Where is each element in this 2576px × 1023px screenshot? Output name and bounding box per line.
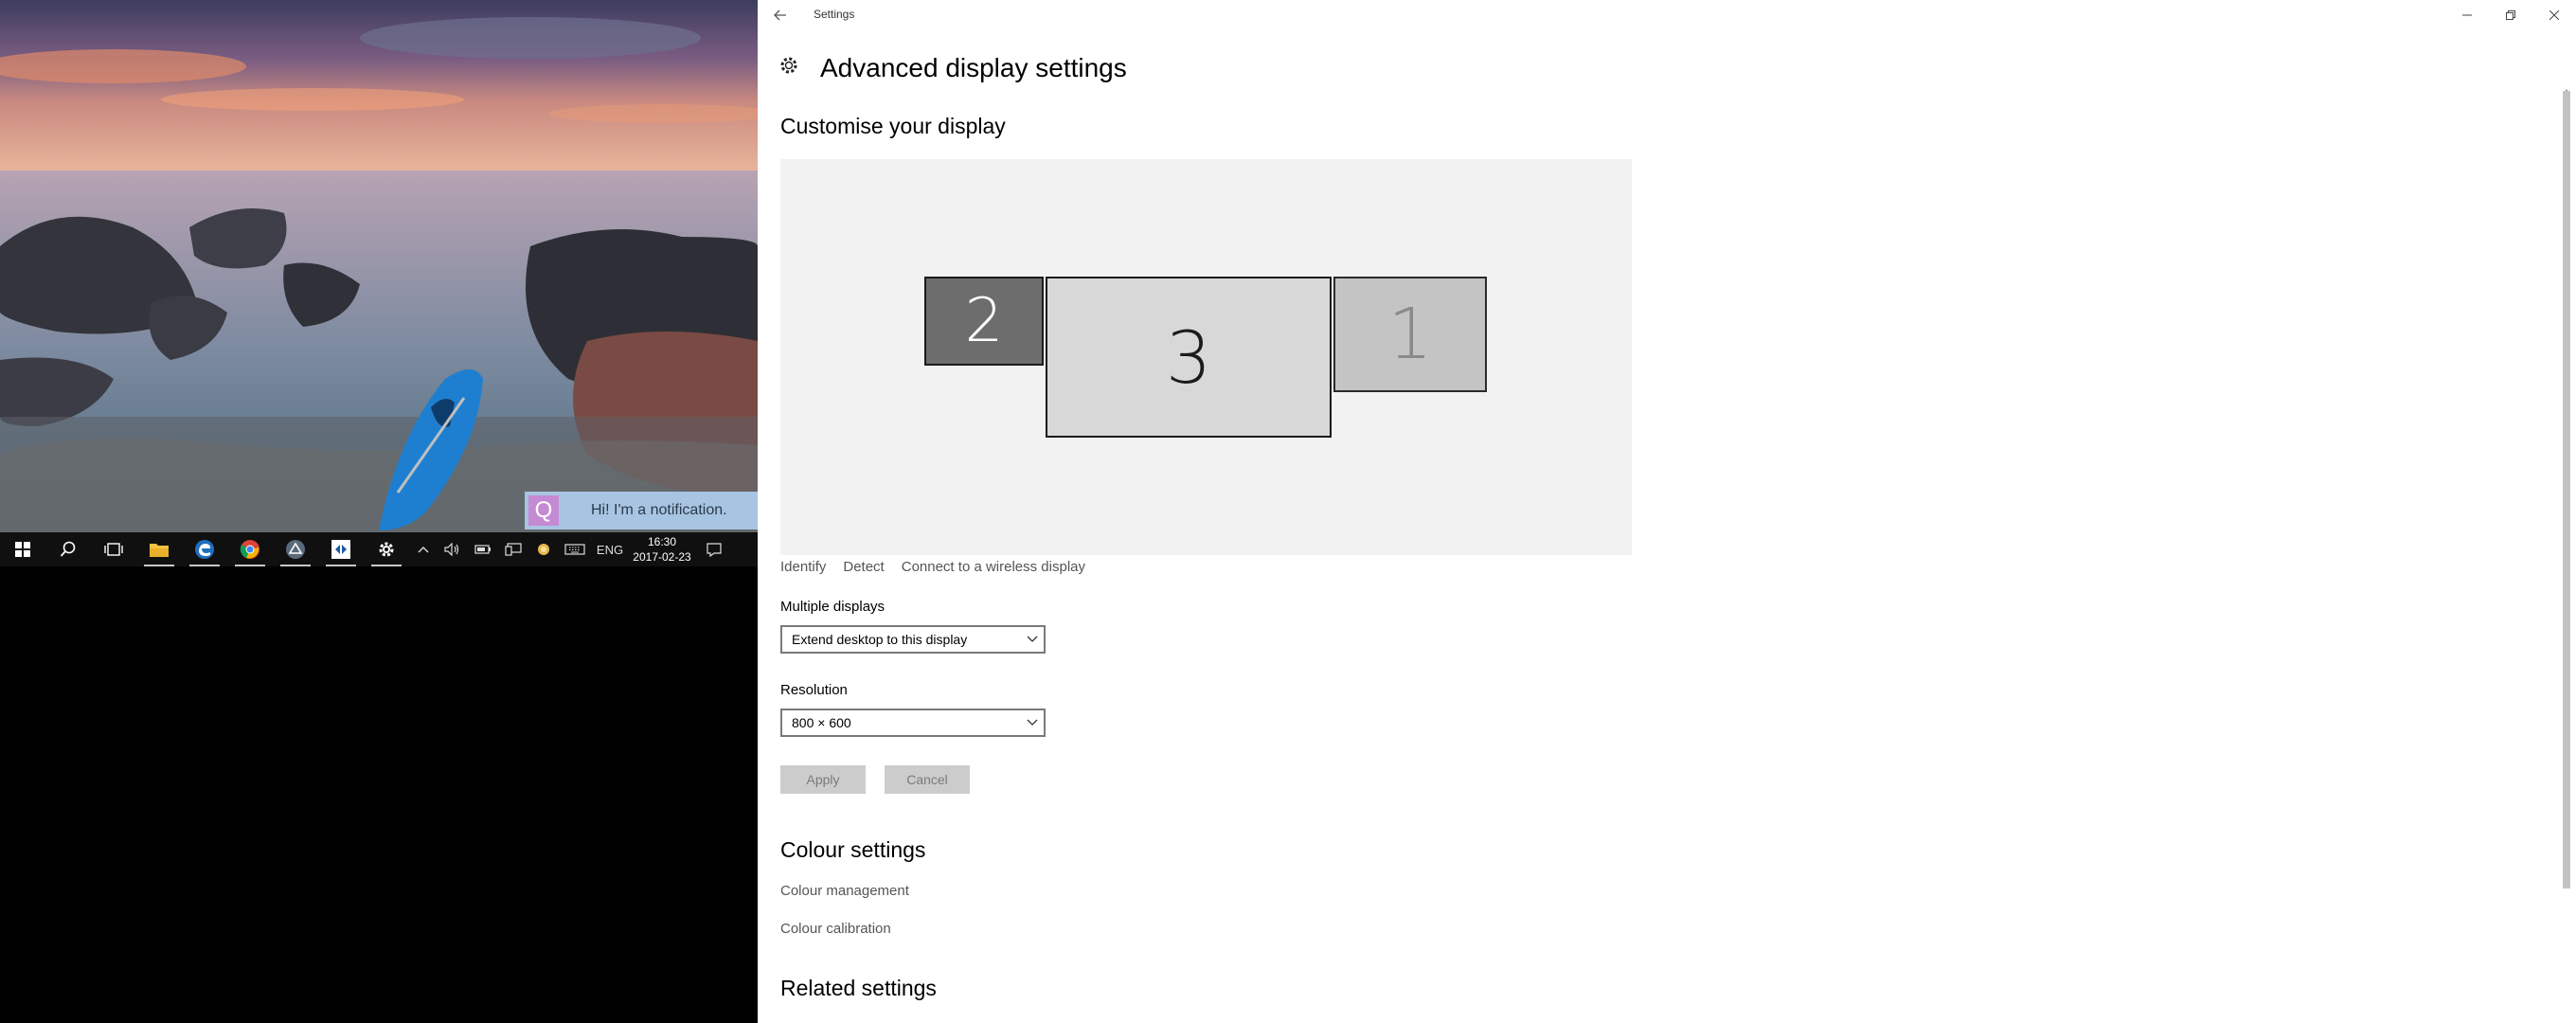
cancel-button[interactable]: Cancel — [885, 765, 970, 794]
minimize-icon — [2462, 14, 2472, 16]
window-title: Settings — [814, 8, 855, 21]
app-icon — [286, 540, 305, 559]
clock-time: 16:30 — [647, 535, 677, 548]
task-view-icon — [104, 543, 123, 556]
task-view-button[interactable] — [91, 532, 136, 566]
chevron-down-icon — [1021, 719, 1044, 727]
toast-notification[interactable]: Q Hi! I'm a notification. — [525, 492, 758, 529]
clock-date: 2017-02-23 — [633, 550, 691, 564]
identify-link[interactable]: Identify — [780, 559, 826, 575]
gear-icon — [379, 542, 394, 557]
taskbar-chrome[interactable] — [227, 532, 273, 566]
restore-button[interactable] — [2489, 0, 2532, 30]
touch-keyboard-button[interactable] — [559, 532, 591, 566]
resolution-value: 800 × 600 — [792, 715, 851, 730]
keyboard-icon — [564, 544, 585, 555]
restore-icon — [2506, 10, 2515, 20]
minimize-button[interactable] — [2445, 0, 2489, 30]
close-icon — [2549, 10, 2559, 20]
network-icon — [505, 543, 522, 556]
chevron-down-icon — [1021, 636, 1044, 643]
edge-icon — [195, 540, 214, 559]
title-bar: Settings — [758, 0, 2576, 30]
chevron-up-icon — [418, 547, 429, 553]
multiple-displays-label: Multiple displays — [780, 599, 886, 615]
battery-button[interactable] — [468, 532, 498, 566]
desktop-wallpaper — [0, 0, 758, 532]
chrome-icon — [240, 540, 259, 559]
action-center-button[interactable] — [695, 532, 733, 566]
close-button[interactable] — [2532, 0, 2576, 30]
taskbar-file-explorer[interactable] — [136, 532, 182, 566]
multiple-displays-dropdown[interactable]: Extend desktop to this display — [780, 625, 1046, 654]
customise-heading: Customise your display — [780, 114, 1006, 138]
start-icon — [15, 542, 30, 557]
tray-overflow-button[interactable] — [409, 532, 438, 566]
tray-app-button[interactable] — [528, 532, 559, 566]
resolution-label: Resolution — [780, 682, 848, 698]
back-button[interactable] — [767, 4, 794, 27]
scrollbar-thumb[interactable] — [2563, 91, 2570, 888]
clock[interactable]: 16:30 2017-02-23 — [629, 534, 695, 565]
multiple-displays-value: Extend desktop to this display — [792, 632, 968, 647]
notification-app-icon: Q — [528, 495, 559, 526]
notification-text: Hi! I'm a notification. — [591, 502, 727, 518]
wireless-display-link[interactable]: Connect to a wireless display — [902, 559, 1085, 575]
monitor-2[interactable]: 2 — [924, 277, 1044, 366]
page-title: Advanced display settings — [820, 53, 1127, 82]
related-settings-heading: Related settings — [780, 976, 937, 1000]
colour-settings-heading: Colour settings — [780, 837, 926, 862]
detect-link[interactable]: Detect — [843, 559, 884, 575]
taskbar-app[interactable] — [273, 532, 318, 566]
network-button[interactable] — [498, 532, 528, 566]
volume-icon — [444, 543, 459, 556]
taskbar: ENG 16:30 2017-02-23 — [0, 532, 758, 566]
taskbar-remote[interactable] — [318, 532, 364, 566]
volume-button[interactable] — [438, 532, 468, 566]
colour-calibration-link[interactable]: Colour calibration — [780, 921, 891, 937]
taskbar-edge[interactable] — [182, 532, 227, 566]
resolution-dropdown[interactable]: 800 × 600 — [780, 709, 1046, 737]
action-center-icon — [707, 543, 722, 557]
settings-gear-icon — [778, 55, 799, 81]
settings-window: Settings Advanced display settings Custo… — [758, 0, 2576, 1023]
tray-app-icon — [538, 544, 549, 555]
monitor-1[interactable]: 1 — [1333, 277, 1487, 392]
search-icon — [60, 541, 76, 557]
battery-icon — [474, 545, 491, 554]
back-arrow-icon — [774, 9, 786, 21]
monitor-3[interactable]: 3 — [1046, 277, 1332, 438]
taskbar-settings[interactable] — [364, 532, 409, 566]
apply-button[interactable]: Apply — [780, 765, 866, 794]
desktop: Q Hi! I'm a notification. ENG 16:30 2017… — [0, 0, 758, 1023]
search-button[interactable] — [45, 532, 91, 566]
remote-icon — [331, 540, 350, 559]
display-links: Identify Detect Connect to a wireless di… — [780, 559, 1085, 575]
scroll-up-arrow[interactable] — [2562, 83, 2571, 95]
colour-management-link[interactable]: Colour management — [780, 883, 909, 899]
start-button[interactable] — [0, 532, 45, 566]
display-arrangement-area: 2 3 1 — [780, 159, 1632, 555]
language-indicator[interactable]: ENG — [591, 532, 629, 566]
file-explorer-icon — [150, 544, 169, 557]
